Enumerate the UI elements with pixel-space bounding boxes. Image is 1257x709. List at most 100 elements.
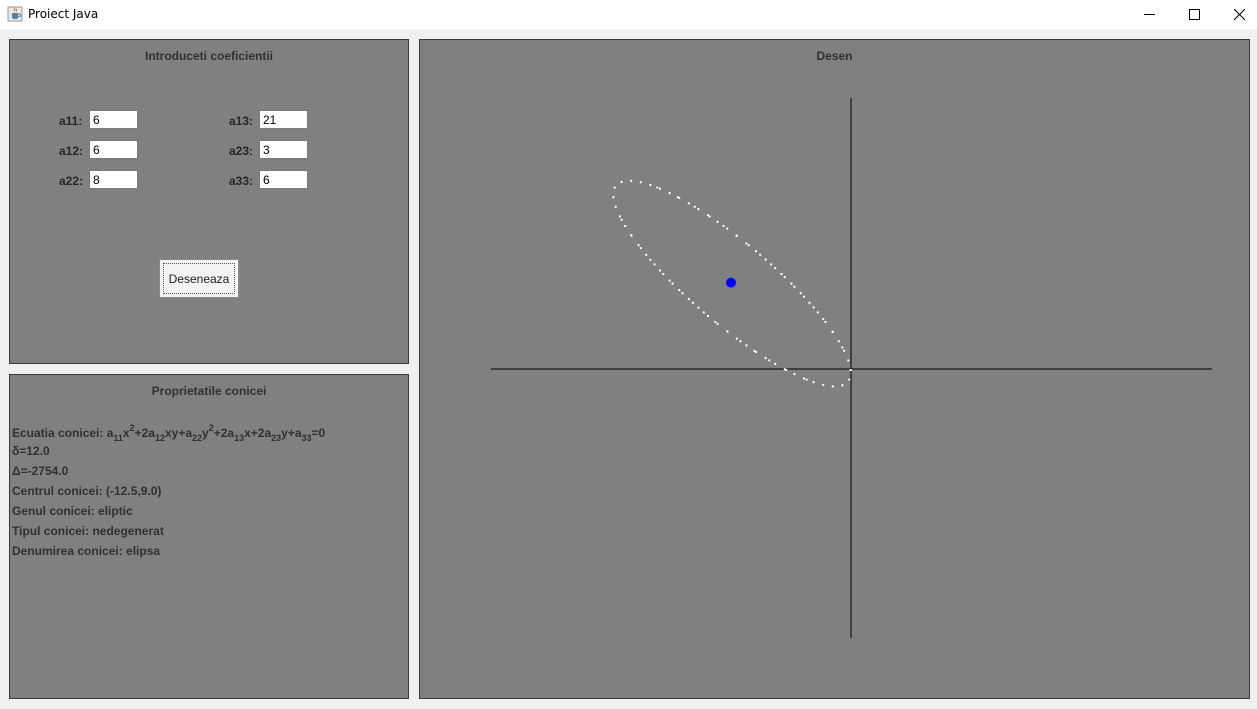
curve-point — [722, 225, 725, 227]
curve-point — [808, 301, 811, 304]
coefficients-panel-title: Introduceti coeficientii — [144, 49, 273, 63]
curve-point — [747, 244, 750, 247]
equation-x: x — [122, 426, 130, 440]
curve-point — [841, 384, 844, 387]
curve-point — [785, 369, 788, 371]
a12-label: a12: — [59, 144, 84, 158]
curve-point — [848, 378, 851, 381]
equation-y: y — [202, 426, 209, 440]
curve-point — [812, 306, 815, 309]
minimize-icon — [1143, 14, 1155, 15]
equation-sub-a13: 13 — [234, 433, 245, 443]
maximize-button[interactable] — [1171, 0, 1217, 29]
curve-point — [805, 378, 808, 381]
curve-point — [687, 298, 690, 301]
curve-point — [618, 215, 621, 218]
curve-point — [659, 269, 661, 272]
coefficients-panel: Introduceti coeficientii a11: a12: a22: … — [9, 39, 409, 364]
conic-equation: Ecuatia conicei: a11x2+2a12xy+a22y2+2a13… — [12, 423, 325, 443]
curve-point — [847, 359, 850, 362]
curve-point — [613, 186, 616, 189]
curve-point — [803, 377, 805, 380]
curve-point — [645, 253, 648, 256]
curve-point — [620, 180, 623, 183]
curve-point — [822, 318, 825, 321]
curve-point — [803, 295, 805, 298]
curve-point — [649, 184, 652, 186]
properties-panel-title: Proprietatile conicei — [151, 384, 267, 398]
curve-point — [841, 346, 844, 349]
window-titlebar: Proiect Java — [0, 0, 1257, 29]
curve-point — [620, 218, 623, 221]
curve-point — [668, 279, 671, 282]
drawing-panel: Desen — [419, 39, 1250, 699]
curve-point — [812, 381, 815, 384]
curve-point — [816, 311, 819, 314]
center-point — [726, 277, 736, 288]
equation-sub-a23: 23 — [271, 433, 282, 443]
equation-prefix: Ecuatia conicei: a — [12, 426, 114, 440]
curve-point — [735, 234, 738, 237]
curve-point — [831, 385, 834, 388]
curve-point — [759, 253, 762, 256]
curve-point — [774, 267, 777, 270]
conic-center: Centrul conicei: (-12.5,9.0) — [12, 484, 162, 498]
curve-point — [768, 359, 771, 362]
curve-point — [739, 340, 742, 343]
curve-point — [843, 349, 846, 352]
curve-point — [708, 215, 711, 218]
curve-point — [793, 373, 796, 376]
curve-point — [745, 344, 748, 347]
equation-y-a: y+a — [281, 426, 302, 440]
curve-point — [649, 258, 652, 261]
curve-point — [837, 340, 840, 343]
curve-point — [793, 285, 796, 288]
a11-field[interactable] — [89, 110, 138, 129]
a23-field[interactable] — [259, 140, 308, 159]
curve-point — [770, 263, 773, 266]
minimize-button[interactable] — [1126, 0, 1172, 29]
curve-point — [799, 292, 802, 295]
a23-label: a23: — [229, 144, 254, 158]
equation-x-2a: x+2a — [244, 426, 272, 440]
close-button[interactable] — [1216, 0, 1257, 29]
curve-point — [849, 369, 852, 371]
curve-point — [662, 273, 665, 275]
window-title: Proiect Java — [28, 7, 99, 21]
curve-point — [714, 321, 717, 323]
curve-point — [790, 282, 793, 285]
curve-point — [702, 311, 705, 314]
curve-point — [764, 357, 767, 360]
equation-2a-b: +2a — [213, 426, 235, 440]
curve-point — [653, 263, 656, 266]
curve-point — [637, 244, 640, 247]
curve-point — [697, 208, 700, 211]
a13-field[interactable] — [259, 110, 308, 129]
curve-point — [707, 315, 709, 317]
equation-sub-a33: 33 — [301, 433, 312, 443]
curve-point — [659, 187, 661, 190]
curve-point — [671, 282, 674, 285]
drawing-canvas — [491, 98, 1212, 638]
properties-panel: Proprietatile conicei Ecuatia conicei: a… — [9, 374, 409, 699]
delta-small: δ=12.0 — [12, 444, 50, 458]
maximize-icon — [1188, 9, 1200, 20]
conic-genus: Genul conicei: eliptic — [12, 504, 133, 518]
conic-name: Denumirea conicei: elipsa — [12, 544, 161, 558]
a33-field[interactable] — [259, 170, 308, 189]
curve-point — [716, 220, 719, 223]
curve-point — [780, 273, 783, 275]
curve-point — [668, 192, 671, 195]
equation-sub-a11: 11 — [113, 433, 123, 443]
curve-point — [753, 349, 756, 352]
curve-point — [676, 196, 679, 199]
a33-label: a33: — [229, 174, 254, 188]
curve-point — [755, 250, 757, 253]
curve-point — [612, 196, 615, 199]
a22-field[interactable] — [89, 170, 138, 189]
curve-point — [639, 181, 642, 184]
curve-point — [697, 306, 700, 309]
draw-button[interactable]: Deseneaza — [159, 259, 239, 298]
a12-field[interactable] — [89, 140, 138, 159]
a22-label: a22: — [59, 174, 84, 188]
